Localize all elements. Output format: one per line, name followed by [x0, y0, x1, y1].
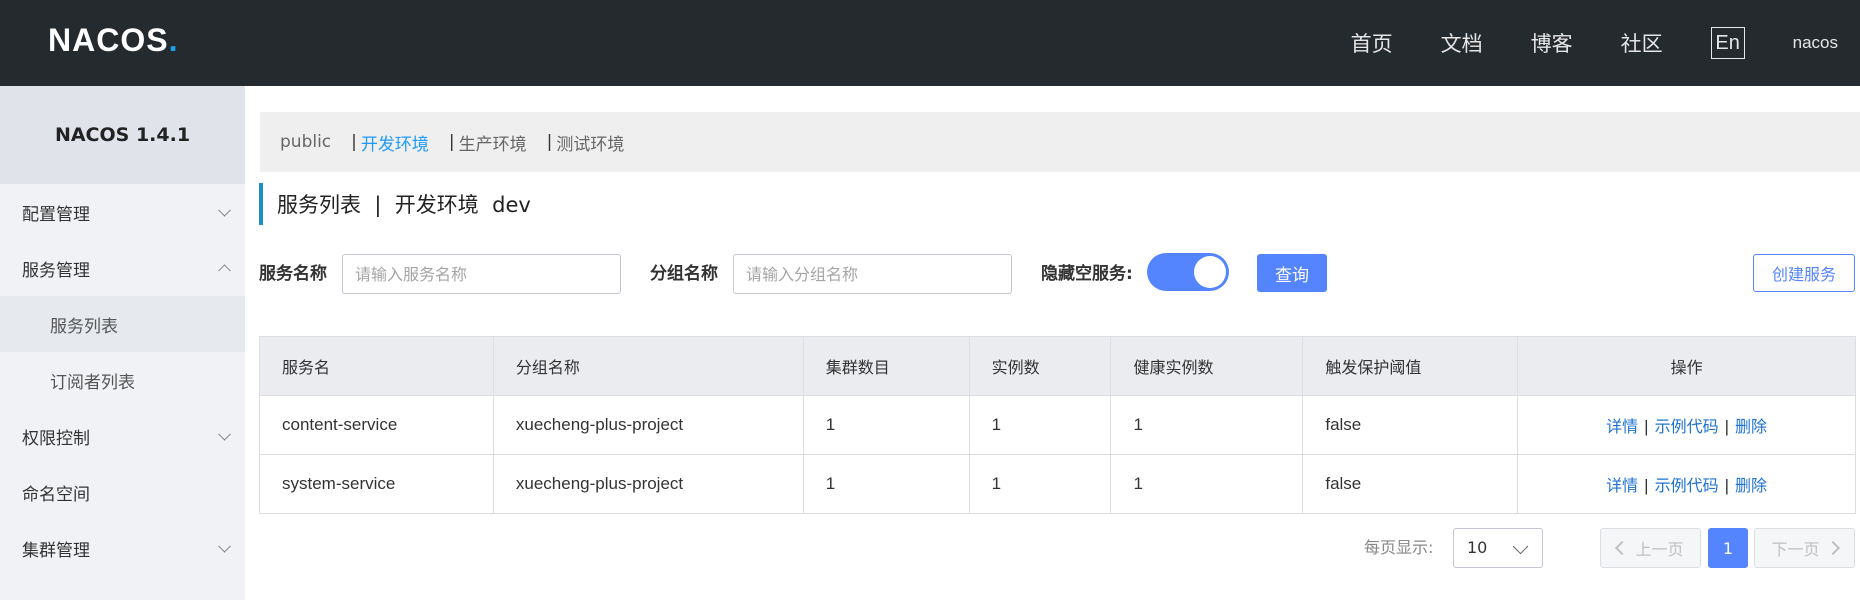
op-separator: | — [1724, 476, 1730, 495]
instance-count-cell: 1 — [968, 454, 1112, 514]
namespace-dev[interactable]: 开发环境 — [361, 130, 429, 155]
namespace-test[interactable]: 测试环境 — [556, 130, 624, 155]
filter-bar: 服务名称 分组名称 隐藏空服务: 查询 创建服务 — [259, 253, 1859, 294]
table-row: content-service xuecheng-plus-project 1 … — [259, 395, 1856, 455]
sidebar-item-service-management[interactable]: 服务管理 — [0, 240, 245, 296]
logo-text: NACOS — [48, 22, 169, 58]
group-name-cell: xuecheng-plus-project — [492, 454, 804, 514]
namespace-prod[interactable]: 生产环境 — [459, 130, 527, 155]
column-header: 健康实例数 — [1110, 336, 1304, 396]
sidebar-item-label: 配置管理 — [22, 204, 90, 225]
group-name-input[interactable] — [733, 254, 1012, 294]
op-separator: | — [1724, 417, 1730, 436]
healthy-count-cell: 1 — [1110, 395, 1304, 455]
page-number-button[interactable]: 1 — [1708, 528, 1748, 568]
sidebar-item-label: 权限控制 — [22, 428, 90, 449]
group-name-cell: xuecheng-plus-project — [492, 395, 804, 455]
sidebar-item-namespace[interactable]: 命名空间 — [0, 464, 245, 520]
next-page-label: 下一页 — [1771, 540, 1820, 559]
service-table: 服务名 分组名称 集群数目 实例数 健康实例数 触发保护阈值 操作 conten… — [259, 336, 1856, 514]
hide-empty-toggle[interactable] — [1147, 253, 1229, 291]
operations-cell: 详情 | 示例代码 | 删除 — [1517, 454, 1856, 514]
sidebar-item-label: 服务管理 — [22, 260, 90, 281]
chevron-down-icon — [218, 203, 231, 217]
sidebar-item-config-management[interactable]: 配置管理 — [0, 184, 245, 240]
column-header: 操作 — [1517, 336, 1856, 396]
page-size-value: 10 — [1467, 538, 1488, 557]
group-name-label: 分组名称 — [650, 264, 718, 284]
cluster-count-cell: 1 — [802, 395, 970, 455]
nav-blog[interactable]: 博客 — [1531, 28, 1573, 58]
table-header-row: 服务名 分组名称 集群数目 实例数 健康实例数 触发保护阈值 操作 — [259, 336, 1856, 396]
pagination: 每页显示: 10 上一页 1 下一页 — [0, 528, 1860, 568]
detail-link[interactable]: 详情 — [1606, 476, 1638, 495]
op-separator: | — [1644, 476, 1649, 495]
hide-empty-label: 隐藏空服务: — [1041, 264, 1133, 284]
sidebar-item-access-control[interactable]: 权限控制 — [0, 408, 245, 464]
service-name-cell: system-service — [259, 454, 494, 514]
protect-threshold-cell: false — [1302, 395, 1519, 455]
detail-link[interactable]: 详情 — [1606, 417, 1638, 436]
language-switch-button[interactable]: En — [1710, 27, 1745, 59]
top-nav: 首页 文档 博客 社区 En nacos — [1351, 26, 1860, 60]
prev-page-label: 上一页 — [1635, 540, 1684, 559]
namespace-bar: public | 开发环境 | 生产环境 | 测试环境 — [260, 112, 1860, 172]
table-row: system-service xuecheng-plus-project 1 1… — [259, 454, 1856, 514]
chevron-down-icon — [1512, 538, 1529, 555]
nav-home[interactable]: 首页 — [1351, 28, 1393, 58]
service-name-input[interactable] — [342, 254, 621, 294]
chevron-left-icon — [1615, 540, 1630, 556]
namespace-separator: | — [546, 132, 553, 152]
column-header: 实例数 — [968, 336, 1112, 396]
cluster-count-cell: 1 — [802, 454, 970, 514]
nav-docs[interactable]: 文档 — [1441, 28, 1483, 58]
sidebar-item-label: 命名空间 — [22, 484, 90, 505]
sidebar-title: NACOS 1.4.1 — [0, 86, 245, 184]
page-size-label: 每页显示: — [1364, 538, 1434, 557]
toggle-knob — [1194, 256, 1226, 288]
service-name-label: 服务名称 — [259, 264, 327, 284]
prev-page-button[interactable]: 上一页 — [1600, 528, 1701, 568]
sample-code-link[interactable]: 示例代码 — [1655, 476, 1719, 495]
create-service-button[interactable]: 创建服务 — [1753, 254, 1855, 292]
sidebar: NACOS 1.4.1 配置管理 服务管理 服务列表 订阅者列表 权限控制 命名… — [0, 86, 245, 600]
namespace-separator: | — [351, 132, 357, 152]
logo-dot: . — [168, 22, 179, 58]
top-header: NACOS. 首页 文档 博客 社区 En nacos — [0, 0, 1860, 86]
page-size-select[interactable]: 10 — [1453, 528, 1543, 568]
sidebar-item-service-list[interactable]: 服务列表 — [0, 296, 245, 352]
namespace-public[interactable]: public — [280, 132, 331, 152]
healthy-count-cell: 1 — [1110, 454, 1304, 514]
delete-link[interactable]: 删除 — [1735, 476, 1767, 495]
column-header: 分组名称 — [492, 336, 804, 396]
namespace-separator: | — [448, 132, 455, 152]
operations-cell: 详情 | 示例代码 | 删除 — [1517, 395, 1856, 455]
column-header: 集群数目 — [802, 336, 970, 396]
next-page-button[interactable]: 下一页 — [1754, 528, 1855, 568]
chevron-right-icon — [1825, 540, 1840, 556]
sidebar-item-subscriber-list[interactable]: 订阅者列表 — [0, 352, 245, 408]
nav-community[interactable]: 社区 — [1621, 28, 1663, 58]
sample-code-link[interactable]: 示例代码 — [1655, 417, 1719, 436]
op-separator: | — [1644, 417, 1649, 436]
protect-threshold-cell: false — [1302, 454, 1519, 514]
service-name-cell: content-service — [259, 395, 494, 455]
delete-link[interactable]: 删除 — [1735, 417, 1767, 436]
query-button[interactable]: 查询 — [1257, 254, 1327, 292]
nacos-logo[interactable]: NACOS. — [48, 22, 178, 59]
page-title: 服务列表 | 开发环境 dev — [259, 183, 531, 225]
page-title-text: 服务列表 | 开发环境 dev — [277, 193, 531, 217]
instance-count-cell: 1 — [968, 395, 1112, 455]
chevron-up-icon — [218, 264, 231, 278]
column-header: 触发保护阈值 — [1302, 336, 1519, 396]
user-name[interactable]: nacos — [1793, 33, 1838, 53]
column-header: 服务名 — [259, 336, 494, 396]
chevron-down-icon — [218, 427, 231, 441]
